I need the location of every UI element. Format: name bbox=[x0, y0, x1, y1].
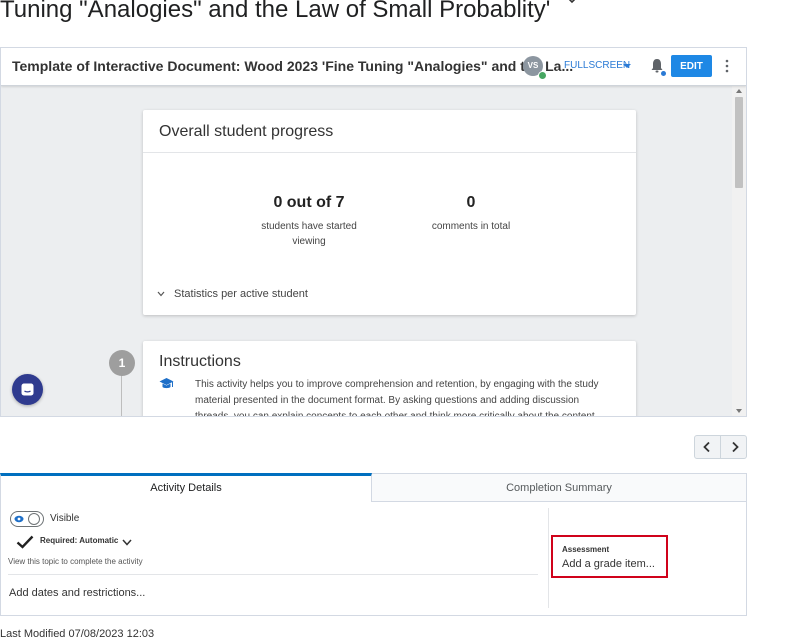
eye-icon bbox=[14, 515, 24, 523]
chevron-right-icon[interactable] bbox=[730, 441, 740, 453]
more-options-icon[interactable] bbox=[724, 59, 730, 73]
tab-completion-summary[interactable]: Completion Summary bbox=[372, 473, 747, 502]
instructions-text: This activity helps you to improve compr… bbox=[195, 379, 599, 417]
column-divider bbox=[548, 508, 549, 608]
edit-button[interactable]: EDIT bbox=[671, 55, 712, 77]
embedded-document-frame: Template of Interactive Document: Wood 2… bbox=[0, 47, 747, 417]
progress-heading: Overall student progress bbox=[159, 123, 334, 140]
activity-tabs: Activity Details Completion Summary bbox=[0, 473, 747, 503]
progress-card: Overall student progress 0 out of 7 stud… bbox=[143, 110, 636, 315]
chevron-down-icon[interactable] bbox=[122, 539, 132, 546]
document-scrollbar[interactable] bbox=[732, 86, 746, 416]
card-divider bbox=[143, 152, 636, 153]
notification-dot bbox=[661, 71, 666, 76]
scrollbar-thumb[interactable] bbox=[735, 97, 743, 188]
online-status-dot bbox=[538, 71, 547, 80]
chevron-down-icon[interactable] bbox=[157, 291, 165, 297]
assessment-highlight: Assessment Add a grade item... bbox=[551, 535, 668, 578]
tab-activity-details[interactable]: Activity Details bbox=[0, 473, 372, 502]
chevron-down-icon[interactable] bbox=[566, 0, 578, 6]
panel-divider bbox=[8, 574, 538, 575]
visibility-toggle[interactable] bbox=[10, 511, 44, 527]
checkmark-icon bbox=[16, 535, 34, 549]
fullscreen-button[interactable]: FULLSCREEN bbox=[564, 60, 630, 71]
chat-icon bbox=[21, 383, 34, 396]
instructions-card: Instructions This activity helps you to … bbox=[143, 341, 636, 417]
activity-details-panel: Visible Required: Automatic View this to… bbox=[0, 502, 747, 616]
page-title: Tuning "Analogies" and the Law of Small … bbox=[0, 0, 551, 23]
comments-count: 0 bbox=[466, 194, 476, 211]
instructions-heading: Instructions bbox=[159, 353, 241, 370]
pager-divider bbox=[720, 436, 721, 458]
statistics-toggle[interactable]: Statistics per active student bbox=[174, 288, 308, 300]
completion-requirement: Required: Automatic bbox=[40, 536, 119, 545]
caret-down-icon[interactable] bbox=[623, 64, 631, 68]
toggle-knob bbox=[28, 513, 40, 525]
graduation-cap-icon bbox=[159, 378, 174, 389]
scroll-up-arrow-icon[interactable] bbox=[736, 89, 742, 93]
step-connector bbox=[121, 371, 122, 416]
comments-label: comments in total bbox=[431, 221, 511, 232]
document-title: Template of Interactive Document: Wood 2… bbox=[12, 58, 574, 74]
chevron-left-icon[interactable] bbox=[702, 441, 712, 453]
document-content: Overall student progress 0 out of 7 stud… bbox=[1, 86, 732, 417]
started-label: students have started viewing bbox=[261, 221, 357, 247]
completion-hint: View this topic to complete the activity bbox=[8, 557, 143, 566]
last-modified: Last Modified 07/08/2023 12:03 bbox=[0, 628, 155, 640]
chat-button[interactable] bbox=[12, 374, 43, 405]
step-number-badge: 1 bbox=[109, 350, 135, 376]
visibility-label: Visible bbox=[50, 513, 80, 524]
scroll-down-arrow-icon[interactable] bbox=[736, 409, 742, 413]
add-grade-item-link[interactable]: Add a grade item... bbox=[562, 558, 655, 570]
started-count: 0 out of 7 bbox=[273, 194, 345, 211]
document-header: Template of Interactive Document: Wood 2… bbox=[1, 48, 746, 86]
assessment-label: Assessment bbox=[562, 545, 610, 554]
pagination-controls bbox=[694, 435, 747, 459]
add-dates-restrictions-link[interactable]: Add dates and restrictions... bbox=[9, 587, 145, 599]
